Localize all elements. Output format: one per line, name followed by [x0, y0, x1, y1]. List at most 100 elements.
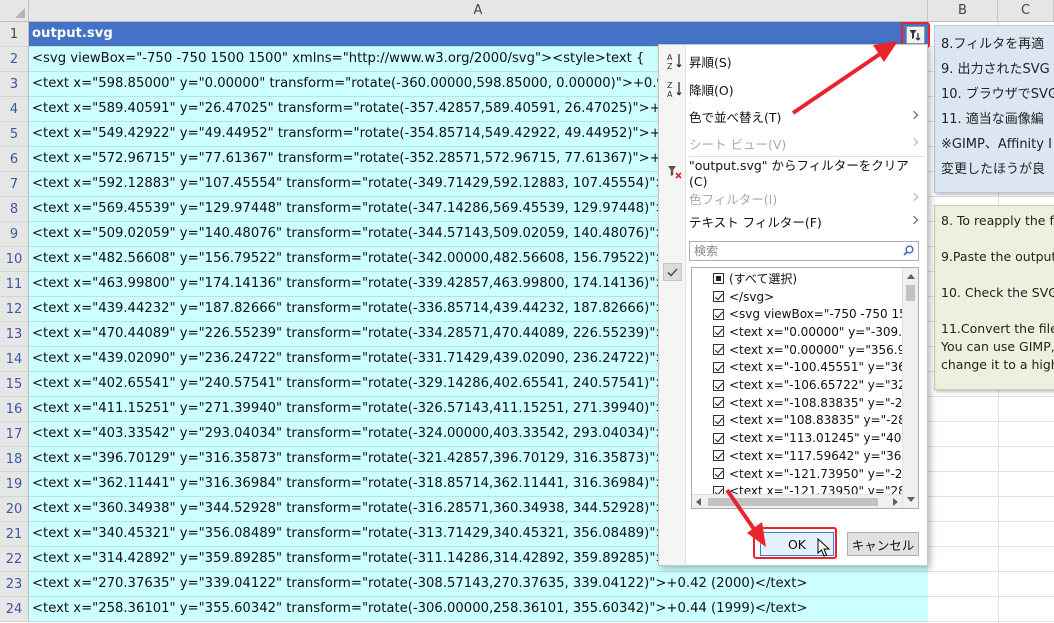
- checkbox[interactable]: [713, 432, 724, 444]
- filter-search-box[interactable]: 検索: [689, 241, 919, 261]
- filter-list-label: <text x="-108.83835" y="-28: [729, 395, 904, 410]
- scroll-thumb[interactable]: [708, 498, 878, 506]
- menu-label: 昇順(S): [689, 54, 732, 70]
- row-header[interactable]: 5: [0, 122, 29, 147]
- filter-list-label: <text x="113.01245" y="409.: [729, 431, 904, 446]
- filter-list-item[interactable]: <text x="108.83835" y="-289: [692, 412, 904, 430]
- checkbox[interactable]: [713, 344, 724, 356]
- note-english[interactable]: 8. To reapply the fi 9.Paste the output …: [934, 205, 1054, 390]
- menu-label: シート ビュー(V): [689, 136, 787, 152]
- filter-list-item[interactable]: <text x="117.59642" y="361.: [692, 447, 904, 465]
- horizontal-scrollbar[interactable]: [692, 494, 902, 508]
- filter-value-list[interactable]: (すべて選択) </svg> <svg viewBox="-750 -750 150…: [691, 267, 919, 509]
- vertical-scrollbar[interactable]: [902, 268, 918, 508]
- checkbox[interactable]: [713, 397, 724, 409]
- row-header[interactable]: 7: [0, 172, 29, 197]
- cancel-button[interactable]: キャンセル: [847, 532, 919, 556]
- menu-label: 色で並べ替え(T): [689, 109, 782, 125]
- select-all-corner[interactable]: [0, 0, 29, 22]
- note-japanese[interactable]: 8.フィルタを再適 9. 出力されたSVG 10. ブラウザでSVG 11. 適…: [934, 25, 1054, 193]
- column-header-b[interactable]: B: [928, 0, 998, 22]
- filter-list-item[interactable]: (すべて選択): [692, 270, 904, 288]
- row-header[interactable]: 12: [0, 297, 29, 322]
- row-header[interactable]: 13: [0, 322, 29, 347]
- checkbox[interactable]: [713, 379, 724, 391]
- checkbox[interactable]: [713, 326, 724, 338]
- filter-list-item[interactable]: <text x="0.00000" y="-309.7: [692, 323, 904, 341]
- checkbox[interactable]: [713, 291, 724, 303]
- checkbox[interactable]: [713, 450, 724, 462]
- checkbox[interactable]: [713, 414, 724, 426]
- submenu-arrow-icon: [909, 215, 919, 225]
- filter-list-item[interactable]: <text x="-100.45551" y="363: [692, 359, 904, 377]
- scroll-down-icon[interactable]: [907, 497, 915, 502]
- note-line: 8. To reapply the fi: [941, 213, 1054, 228]
- clear-filter-icon: [667, 164, 683, 182]
- tree-toggle-button[interactable]: [663, 263, 682, 281]
- gridline: [928, 621, 1054, 622]
- menu-sheet-view[interactable]: シート ビュー(V): [659, 130, 927, 156]
- menu-sort-descending[interactable]: ZA 降順(O): [659, 76, 927, 102]
- filter-list-item[interactable]: <text x="-108.83835" y="-28: [692, 394, 904, 412]
- row-header[interactable]: 18: [0, 447, 29, 472]
- scroll-thumb[interactable]: [906, 285, 915, 301]
- row-header[interactable]: 19: [0, 472, 29, 497]
- row-header[interactable]: 14: [0, 347, 29, 372]
- scroll-left-icon[interactable]: [696, 498, 701, 506]
- gridline: [928, 496, 1054, 497]
- data-cell[interactable]: <text x="270.37635" y="339.04122" transf…: [29, 572, 928, 597]
- row-header[interactable]: 20: [0, 497, 29, 522]
- note-line: 変更したほうが良: [941, 162, 1046, 177]
- filter-list-item[interactable]: <svg viewBox="-750 -750 150: [692, 305, 904, 323]
- filter-list-item[interactable]: <text x="113.01245" y="409.: [692, 429, 904, 447]
- row-header[interactable]: 22: [0, 547, 29, 572]
- row-header[interactable]: 6: [0, 147, 29, 172]
- checkbox[interactable]: [713, 308, 724, 320]
- row-header[interactable]: 11: [0, 272, 29, 297]
- row-header[interactable]: 24: [0, 597, 29, 622]
- menu-sort-by-color[interactable]: 色で並べ替え(T): [659, 103, 927, 129]
- gridline: [928, 546, 1054, 547]
- filter-list-label: <text x="-106.65722" y="328: [729, 378, 904, 393]
- row-header[interactable]: 1: [0, 22, 29, 47]
- menu-sort-ascending[interactable]: AZ 昇順(S): [659, 48, 927, 74]
- note-line: 10. Check the SVG: [941, 285, 1054, 300]
- row-header[interactable]: 3: [0, 72, 29, 97]
- search-icon: [903, 245, 914, 256]
- menu-clear-filter[interactable]: "output.svg" からフィルターをクリア(C): [659, 158, 927, 189]
- autofilter-menu: AZ 昇順(S) ZA 降順(O) 色で並べ替え(T) シート ビュー(V) "…: [658, 44, 928, 566]
- row-header[interactable]: 9: [0, 222, 29, 247]
- row-header[interactable]: 16: [0, 397, 29, 422]
- scroll-up-icon[interactable]: [907, 274, 915, 279]
- column-header-c[interactable]: C: [998, 0, 1054, 22]
- checkbox[interactable]: [713, 361, 724, 373]
- row-header[interactable]: 8: [0, 197, 29, 222]
- note-line: 11. 適当な画像編: [941, 112, 1044, 127]
- filter-list-item[interactable]: <text x="-106.65722" y="328: [692, 376, 904, 394]
- checkbox[interactable]: [713, 273, 724, 285]
- row-header[interactable]: 2: [0, 47, 29, 72]
- checkbox[interactable]: [713, 468, 724, 480]
- gridline: [928, 196, 1054, 197]
- filter-list-label: <text x="-121.73950" y="-28: [729, 466, 904, 481]
- column-header-label: C: [1020, 3, 1031, 18]
- row-header[interactable]: 4: [0, 97, 29, 122]
- submenu-arrow-icon: [909, 192, 919, 202]
- check-icon: [667, 267, 678, 277]
- filter-list-item[interactable]: <text x="-121.73950" y="-28: [692, 465, 904, 483]
- row-header[interactable]: 21: [0, 522, 29, 547]
- row-header[interactable]: 15: [0, 372, 29, 397]
- sheet-row: 24 <text x="258.36101" y="355.60342" tran…: [0, 597, 928, 622]
- filter-list-item[interactable]: <text x="0.00000" y="356.95: [692, 341, 904, 359]
- note-line: 10. ブラウザでSVG: [941, 87, 1054, 102]
- row-header[interactable]: 10: [0, 247, 29, 272]
- filter-list-label: (すべて選択): [729, 272, 798, 287]
- row-header[interactable]: 17: [0, 422, 29, 447]
- scroll-right-icon[interactable]: [893, 498, 898, 506]
- row-header[interactable]: 23: [0, 572, 29, 597]
- menu-text-filter[interactable]: テキスト フィルター(F): [659, 208, 927, 234]
- gridline: [928, 571, 1054, 572]
- data-cell[interactable]: <text x="258.36101" y="355.60342" transf…: [29, 597, 928, 622]
- filter-list-item[interactable]: </svg>: [692, 288, 904, 306]
- column-header-a[interactable]: A: [29, 0, 928, 22]
